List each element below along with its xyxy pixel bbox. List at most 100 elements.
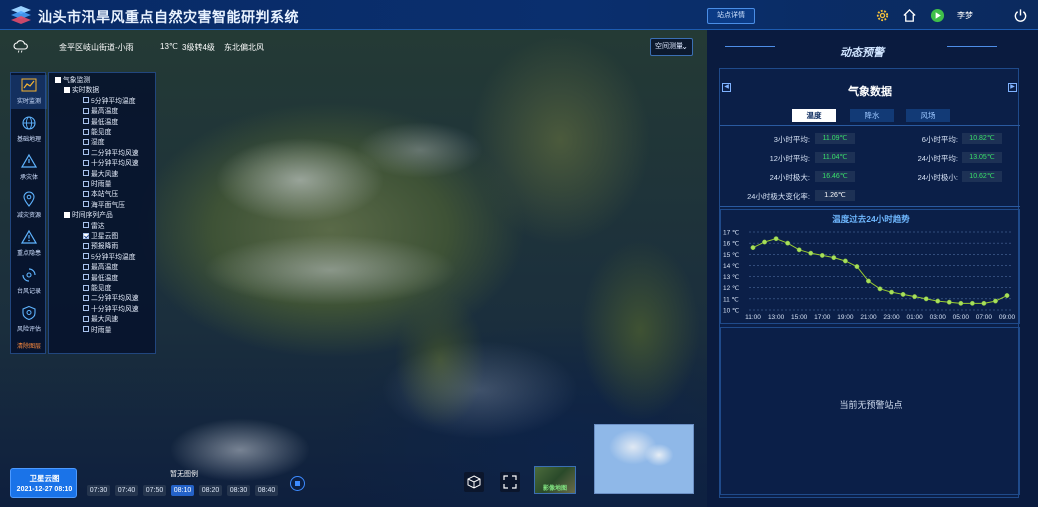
time-chip[interactable]: 07:50 <box>143 485 166 496</box>
clear-layers-button[interactable]: 清除图层 <box>11 341 47 350</box>
checkbox[interactable] <box>83 274 89 281</box>
tree-item[interactable]: 十分钟平均风速 <box>83 305 139 315</box>
time-chip[interactable]: 07:30 <box>87 485 110 496</box>
checkbox[interactable] <box>83 253 89 260</box>
checkbox[interactable] <box>64 86 70 93</box>
tree-item[interactable]: 二分钟平均风速 <box>83 294 139 304</box>
fullscreen-button[interactable] <box>500 472 520 492</box>
product-datetime: 2021-12-27 08:10 <box>16 486 73 493</box>
tool-label: 风险评估 <box>16 327 41 333</box>
stat-value: 10.62℃ <box>962 171 1002 182</box>
checkbox[interactable] <box>83 97 89 104</box>
checkbox[interactable] <box>83 201 89 208</box>
x-tick-label: 07:00 <box>976 314 993 321</box>
tool-label: 基础地理 <box>16 137 41 143</box>
tree-item[interactable]: 最低温度 <box>83 274 118 284</box>
checkbox[interactable] <box>83 170 89 177</box>
time-chip[interactable]: 08:20 <box>199 485 222 496</box>
checkbox[interactable] <box>83 242 89 249</box>
checkbox[interactable] <box>83 294 89 301</box>
tool-risk-assessment[interactable]: 风险评估 <box>11 303 47 337</box>
x-tick-label: 05:00 <box>953 314 970 321</box>
stat-label: 24小时极大变化率: <box>747 192 810 201</box>
tree-item-label: 湿度 <box>91 139 105 147</box>
tree-item-label: 最大风速 <box>91 170 119 178</box>
time-chip[interactable]: 08:40 <box>255 485 278 496</box>
home-icon[interactable] <box>902 8 917 23</box>
checkbox[interactable] <box>83 305 89 312</box>
data-point <box>750 245 756 251</box>
checkbox[interactable] <box>55 76 61 83</box>
checkbox[interactable] <box>83 159 89 166</box>
tree-item[interactable]: 最大风速 <box>83 315 118 325</box>
overview-minimap[interactable] <box>594 424 694 494</box>
checkbox[interactable] <box>83 232 89 239</box>
tree-item[interactable]: 能见度 <box>83 128 111 138</box>
tree-item[interactable]: 5分钟平均温度 <box>83 253 136 263</box>
tree-item[interactable]: 最高温度 <box>83 107 118 117</box>
x-tick-label: 01:00 <box>906 314 923 321</box>
no-legend-label: 暂无图例 <box>170 471 198 478</box>
tab-precipitation[interactable]: 降水 <box>850 109 894 122</box>
checkbox[interactable] <box>83 284 89 291</box>
user-name[interactable]: 李梦 <box>957 10 973 21</box>
tool-key-hazards[interactable]: 重点隐患 <box>11 227 47 261</box>
space-measure-dropdown[interactable]: 空间测量 ⌄ <box>650 38 693 56</box>
x-tick-label: 23:00 <box>883 314 900 321</box>
tree-item[interactable]: 海平面气压 <box>83 201 125 211</box>
time-chip-active[interactable]: 08:10 <box>171 485 194 496</box>
tree-item[interactable]: 卫星云图 <box>83 232 118 242</box>
tool-base-geography[interactable]: 基础地理 <box>11 113 47 147</box>
checkbox[interactable] <box>83 326 89 333</box>
checkbox[interactable] <box>83 138 89 145</box>
stat-label: 24小时极小: <box>917 173 958 182</box>
checkbox[interactable] <box>83 190 89 197</box>
alert-triangle-icon <box>21 229 37 244</box>
y-tick-label: 15 ℃ <box>723 252 740 259</box>
checkbox[interactable] <box>83 128 89 135</box>
tree-item[interactable]: 二分钟平均风速 <box>83 149 139 159</box>
stop-playback-button[interactable] <box>290 476 305 491</box>
site-details-button[interactable]: 站点详情 <box>707 8 755 24</box>
checkbox[interactable] <box>83 149 89 156</box>
tree-item-label: 时雨量 <box>91 326 112 334</box>
tool-typhoon-records[interactable]: 台风记录 <box>11 265 47 299</box>
tree-item[interactable]: 时雨量 <box>83 180 111 190</box>
checkbox[interactable] <box>83 107 89 114</box>
tree-item[interactable]: 最低温度 <box>83 118 118 128</box>
3d-view-button[interactable] <box>464 472 484 492</box>
tree-root[interactable]: 气象监测 <box>55 76 90 86</box>
checkbox[interactable] <box>83 222 89 229</box>
power-icon[interactable] <box>1013 8 1028 23</box>
stat-value: 13.05℃ <box>962 152 1002 163</box>
tool-relief-resources[interactable]: 减灾资源 <box>11 189 47 223</box>
checkbox[interactable] <box>83 118 89 125</box>
tree-item[interactable]: 本站气压 <box>83 190 118 200</box>
product-badge[interactable]: 卫星云图 2021-12-27 08:10 <box>10 468 77 498</box>
time-chip[interactable]: 08:30 <box>227 485 250 496</box>
tree-item[interactable]: 雷达 <box>83 222 105 232</box>
tree-item[interactable]: 十分钟平均风速 <box>83 159 139 169</box>
tree-item[interactable]: 最高温度 <box>83 263 118 273</box>
tool-realtime-monitor[interactable]: 实时监测 <box>11 75 47 109</box>
checkbox[interactable] <box>64 211 70 218</box>
checkbox[interactable] <box>83 180 89 187</box>
tree-group[interactable]: 实时数据 <box>64 86 99 96</box>
time-chip[interactable]: 07:40 <box>115 485 138 496</box>
tree-item[interactable]: 湿度 <box>83 138 105 148</box>
tree-group[interactable]: 时间序列产品 <box>64 211 113 221</box>
checkbox[interactable] <box>83 263 89 270</box>
tree-item[interactable]: 时雨量 <box>83 326 111 336</box>
tree-item[interactable]: 能见度 <box>83 284 111 294</box>
avatar[interactable] <box>930 8 945 23</box>
tab-temperature[interactable]: 温度 <box>792 109 836 122</box>
basemap-switcher[interactable]: 影像地图 <box>534 466 576 494</box>
tree-item-label: 二分钟平均风速 <box>91 149 139 157</box>
checkbox[interactable] <box>83 315 89 322</box>
tool-hazard-bearing[interactable]: 承灾体 <box>11 151 47 185</box>
tree-item[interactable]: 最大风速 <box>83 170 118 180</box>
tree-item[interactable]: 预报降雨 <box>83 242 118 252</box>
tree-item[interactable]: 5分钟平均温度 <box>83 97 136 107</box>
tab-wind[interactable]: 风场 <box>906 109 950 122</box>
settings-gear-icon[interactable] <box>875 8 890 23</box>
